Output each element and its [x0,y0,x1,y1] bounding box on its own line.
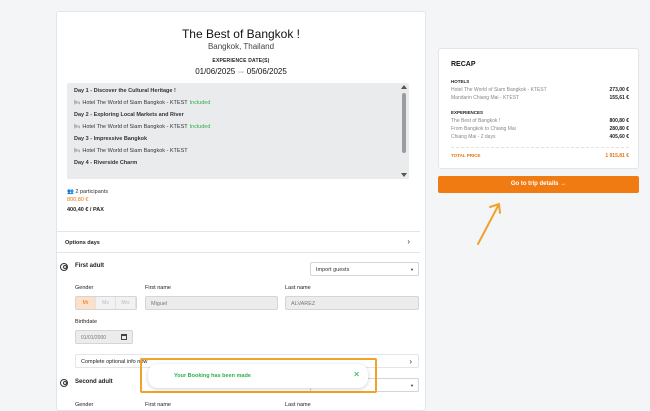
import-guests-select[interactable]: Import guests ▼ [310,262,419,276]
booking-card: The Best of Bangkok ! Bangkok, Thailand … [56,11,426,411]
birthdate-label: Birthdate [75,319,98,325]
user-circle-icon [60,263,68,271]
go-to-trip-details-button[interactable]: Go to trip details → [438,176,639,193]
close-icon[interactable]: ✕ [353,370,360,379]
itinerary-day: Day 3 - Impressive Bangkok [74,136,148,142]
itinerary-day: Day 1 - Discover the Cultural Heritage ! [74,88,176,94]
first-name-label-2: First name [145,402,171,408]
recap-divider [451,147,629,148]
first-adult-heading: First adult [75,263,105,269]
first-name-label: First name [145,285,171,291]
recap-total-row: TOTAL PRICE 1 915,81 € [451,153,629,159]
included-badge: Included [189,100,211,106]
scrollbar-thumb[interactable] [402,93,406,153]
last-name-label: Last name [285,285,311,291]
bed-icon: 🛏 [74,148,81,154]
options-days-label: Options days [65,240,100,246]
caret-down-icon: ▼ [410,383,414,388]
gender-mr-button[interactable]: Mr [76,297,96,309]
itinerary-hotel: 🛏 Hotel The World of Siam Bangkok - KTEST… [74,124,211,130]
itinerary-hotel: 🛏 Hotel The World of Siam Bangkok - KTEST [74,148,188,154]
date-separator: until [238,69,244,74]
last-name-label-2: Last name [285,402,311,408]
scroll-down-arrow[interactable] [401,173,407,177]
recap-experience-row: The Best of Bangkok ! 800,80 € [451,118,629,124]
itinerary-day: Day 4 - Riverside Charm [74,160,138,166]
users-icon: 👥 [67,189,74,195]
booking-toast: Your Booking has been made ✕ [148,364,368,388]
chevron-right-icon: › [407,237,410,246]
gender-ms-button[interactable]: Ms [96,297,116,309]
bed-icon: 🛏 [74,124,81,130]
experiences-label: EXPERIENCES [451,110,484,115]
birthdate-field[interactable]: 01/01/2000 [75,330,133,344]
gender-mrs-button[interactable]: Mrs [116,297,136,309]
included-badge: Included [189,124,211,130]
recap-experience-row: Chiang Mai - 2 days 405,60 € [451,134,629,140]
itinerary-box[interactable]: Day 1 - Discover the Cultural Heritage !… [67,83,409,179]
recap-hotel-row: Mandarin Chiang Mai - KTEST 155,61 € [451,95,629,101]
toast-message: Your Booking has been made [174,373,251,379]
recap-hotel-row: Hotel The World of Siam Bangkok - KTEST 2… [451,87,629,93]
last-name-field[interactable]: ALVAREZ [285,296,419,310]
participants-count: 👥 2 participants [67,189,109,195]
second-adult-heading: Second adult [75,379,113,385]
recap-experience-row: From Bangkok to Chiang Mai 280,80 € [451,126,629,132]
recap-title: RECAP [451,61,476,68]
bed-icon: 🛏 [74,100,81,106]
dates-row: 01/06/2025 until 05/06/2025 [57,67,425,76]
end-date: 05/06/2025 [246,67,287,76]
options-days-row[interactable]: Options days › [57,231,420,253]
start-date: 01/06/2025 [195,67,236,76]
gender-toggle: Mr Ms Mrs [75,296,137,310]
itinerary-hotel: 🛏 Hotel The World of Siam Bangkok - KTEST… [74,100,211,106]
scroll-up-arrow[interactable] [401,85,407,89]
hotels-label: HOTELS [451,79,470,84]
trip-location: Bangkok, Thailand [207,42,275,51]
user-circle-icon [60,379,68,387]
total-price: 800,80 € [67,197,89,203]
itinerary-day: Day 2 - Exploring Local Markets and Rive… [74,112,184,118]
caret-down-icon: ▼ [410,267,414,272]
gender-label: Gender [75,285,94,291]
trip-title: The Best of Bangkok ! [181,27,301,41]
chevron-right-icon: › [409,357,412,366]
arrow-annotation [477,203,501,245]
recap-card: RECAP HOTELS Hotel The World of Siam Ban… [438,48,639,169]
calendar-icon[interactable] [121,334,127,340]
first-name-field[interactable]: Miguel [145,296,278,310]
price-per-pax: 400,40 € / PAX [67,207,104,213]
gender-label-2: Gender [75,402,94,408]
dates-label: EXPERIENCE DATE(S) [212,58,270,64]
